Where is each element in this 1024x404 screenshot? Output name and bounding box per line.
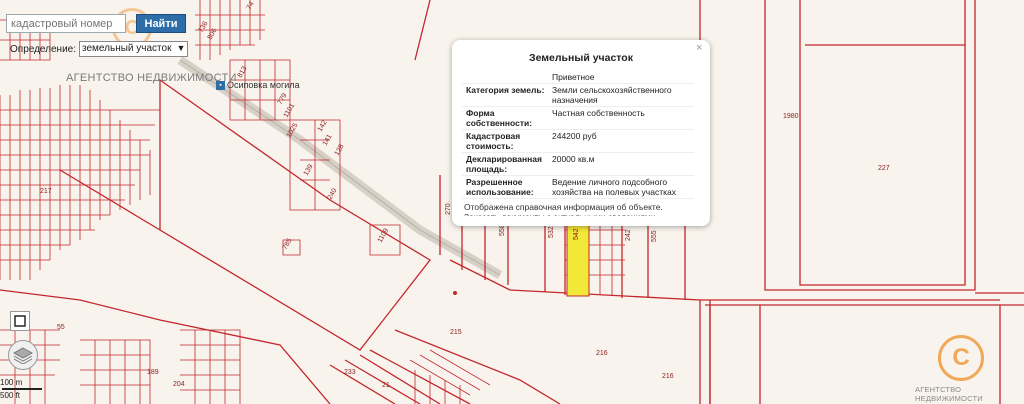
attr-value: Приветное: [552, 72, 595, 82]
attr-value: 20000 кв.м: [552, 154, 595, 164]
parcel-number-label: 215: [450, 329, 462, 336]
identify-mode-select[interactable]: земельный участок ▼: [79, 41, 189, 57]
attr-key: Форма собственности:: [466, 108, 533, 128]
square-toggle-icon: [14, 315, 26, 327]
parcel-number-label: 542: [573, 228, 580, 240]
attr-row: Форма собственности: Частная собственност…: [462, 107, 694, 130]
attr-row: Категория земель: Земли сельскохозяйствен…: [462, 84, 694, 107]
identify-mode-row: Определение: земельный участок ▼: [10, 41, 189, 57]
chevron-down-icon: ▼: [176, 43, 186, 53]
find-button[interactable]: Найти: [136, 14, 186, 33]
attr-row: Разрешенное использование: Ведение личног…: [462, 176, 694, 199]
parcel-number-label: 555: [651, 230, 658, 242]
attr-key: Категория земель:: [466, 85, 545, 95]
parcel-number-label: 189: [147, 369, 159, 376]
parcel-number-label: 21: [382, 382, 390, 389]
attr-key: [462, 71, 550, 83]
attr-key: Разрешенное использование:: [466, 177, 534, 197]
parcel-info-popup: Земельный участок × Приветное Категория …: [452, 40, 710, 226]
attr-value: 244200 руб: [552, 131, 597, 141]
identify-mode-label: Определение:: [10, 43, 77, 55]
parcel-number-label: 270: [445, 203, 452, 215]
parcel-number-label: 55: [57, 324, 65, 331]
attr-key: Кадастровая стоимость:: [466, 131, 521, 151]
parcel-number-label: 227: [878, 165, 890, 172]
parcel-number-label: 217: [40, 188, 52, 195]
attr-row: Кадастровая стоимость: 244200 руб: [462, 130, 694, 153]
attr-value: Земли сельскохозяйственного назначения: [552, 85, 672, 105]
scale-label-meters: 100 m: [0, 378, 23, 387]
attr-row: Декларированная площадь: 20000 кв.м: [462, 153, 694, 176]
attr-value: Ведение личного подсобного хозяйства на …: [552, 177, 676, 197]
identify-mode-value: земельный участок: [82, 43, 172, 54]
popup-body[interactable]: Приветное Категория земель: Земли сельско…: [462, 71, 696, 216]
agency-logo-bottom-icon: С: [938, 335, 984, 381]
popup-note: Отображена справочная информация об объе…: [464, 202, 663, 216]
parcel-number-label: 204: [173, 381, 185, 388]
attr-key: Декларированная площадь:: [466, 154, 542, 174]
layers-icon: [13, 347, 33, 364]
attribute-table: Приветное Категория земель: Земли сельско…: [462, 71, 694, 199]
parcel-number-label: 1980: [783, 113, 799, 120]
place-name: Осиповка могила: [227, 80, 300, 90]
parcel-number-label: 233: [344, 369, 356, 376]
attr-row: Приветное: [462, 71, 694, 84]
search-toolbar: Найти: [6, 14, 186, 33]
parcel-number-label: 242: [625, 229, 632, 241]
square-toggle-button[interactable]: [10, 311, 30, 331]
scale-bar-meters: [2, 388, 42, 390]
close-icon[interactable]: ×: [696, 42, 702, 54]
layers-button[interactable]: [8, 340, 38, 370]
attr-value: Частная собственность: [552, 108, 645, 118]
parcel-number-label: 216: [596, 350, 608, 357]
agency-watermark-bottom: АГЕНТСТВО НЕДВИЖИМОСТИ: [915, 385, 983, 403]
popup-title: Земельный участок: [529, 52, 633, 64]
agency-watermark: АГЕНТСТВО НЕДВИЖИМОСТИ: [66, 72, 237, 84]
parcel-number-label: 216: [662, 373, 674, 380]
scale-label-feet: 500 ft: [0, 391, 21, 400]
parcel-number-label: 532: [548, 226, 555, 238]
cadastral-search-input[interactable]: [6, 14, 126, 33]
